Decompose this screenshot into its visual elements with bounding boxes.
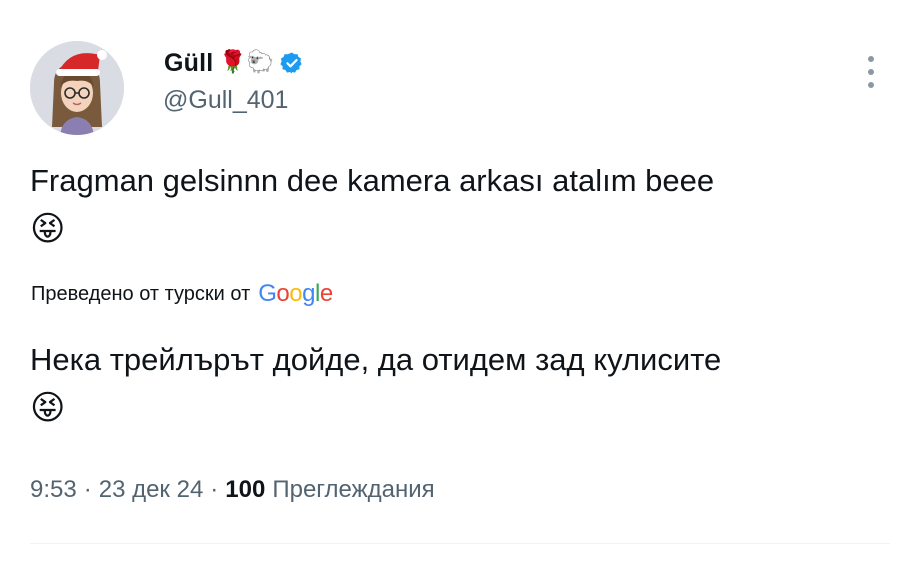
- dot: [868, 56, 874, 62]
- divider: [30, 543, 890, 544]
- views-count[interactable]: 100: [225, 476, 265, 504]
- google-letter: G: [258, 280, 277, 307]
- author-display-name[interactable]: Güll: [164, 49, 213, 78]
- tweet-text: Fragman gelsinnn dee kamera arkası atalı…: [30, 157, 890, 254]
- meta-separator: ·: [210, 476, 219, 503]
- verified-badge-icon: [280, 51, 304, 75]
- translation-note[interactable]: Преведено от турски от Google: [31, 280, 333, 308]
- google-logo: Google: [258, 280, 333, 308]
- translated-body: Нека трейлърът дойде, да отидем зад кули…: [30, 342, 722, 377]
- more-vertical-icon[interactable]: [857, 52, 885, 92]
- google-letter: o: [289, 280, 303, 307]
- tweet-emoji: 😝: [30, 209, 66, 249]
- dot: [868, 69, 874, 75]
- dot: [868, 82, 874, 88]
- author-name-row[interactable]: Güll 🌹🐑: [164, 46, 304, 80]
- avatar[interactable]: [30, 41, 124, 135]
- author-name-emojis: 🌹🐑: [219, 50, 275, 75]
- google-letter: g: [302, 280, 315, 307]
- views-label[interactable]: Преглеждания: [272, 476, 434, 504]
- tweet-date[interactable]: 23 дек 24: [99, 476, 204, 504]
- google-letter: o: [276, 280, 290, 307]
- meta-separator: ·: [83, 476, 92, 503]
- translated-text: Нека трейлърът дойде, да отидем зад кули…: [30, 336, 890, 433]
- translation-note-label: Преведено от турски от: [31, 282, 251, 305]
- tweet-time[interactable]: 9:53: [30, 476, 77, 504]
- translated-emoji: 😝: [30, 388, 66, 428]
- tweet-body: Fragman gelsinnn dee kamera arkası atalı…: [30, 163, 715, 198]
- tweet-meta: 9:53 · 23 дек 24 · 100 Преглеждания: [30, 476, 435, 504]
- author-handle[interactable]: @Gull_401: [163, 86, 288, 115]
- google-letter: e: [319, 280, 333, 307]
